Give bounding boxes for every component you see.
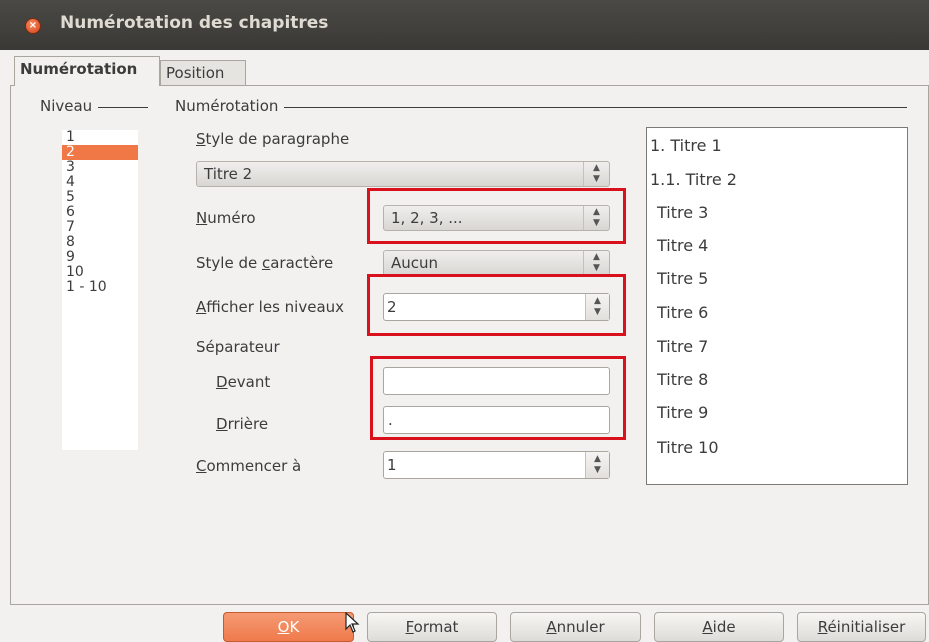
preview-line: Titre 9	[657, 403, 709, 422]
preview-line: Titre 7	[657, 337, 709, 356]
numbering-frame-label: Numérotation	[175, 97, 285, 115]
spin-arrows-icon[interactable]: ▲ ▼	[585, 452, 609, 478]
highlight-box-separator	[370, 356, 626, 440]
tab-numerotation[interactable]: Numérotation	[14, 56, 160, 86]
preview-line: Titre 10	[657, 438, 719, 457]
paragraph-style-label: Style de paragraphe	[196, 130, 350, 148]
preview-line: Titre 5	[657, 269, 709, 288]
list-item[interactable]: 9	[62, 250, 138, 265]
tab-label: Numérotation	[20, 60, 138, 78]
close-icon[interactable]: ×	[25, 18, 41, 34]
start-value: 1	[387, 456, 397, 474]
ok-button[interactable]: OK	[223, 612, 354, 642]
char-style-label: Style de caractère	[196, 254, 334, 272]
list-item[interactable]: 7	[62, 220, 138, 235]
preview-line: 1. Titre 1	[650, 136, 722, 155]
show-levels-label: Afficher les niveaux	[196, 298, 345, 316]
paragraph-style-value: Titre 2	[204, 165, 253, 183]
paragraph-style-combo[interactable]: Titre 2 ▲ ▼	[196, 161, 610, 187]
list-item[interactable]: 1 - 10	[62, 280, 138, 295]
number-label: Numéro	[196, 209, 256, 227]
list-item[interactable]: 5	[62, 190, 138, 205]
list-item[interactable]: 10	[62, 265, 138, 280]
start-label: Commencer à	[196, 457, 302, 475]
preview-line: Titre 4	[657, 236, 709, 255]
char-style-value: Aucun	[391, 254, 439, 272]
preview-line: Titre 6	[657, 303, 709, 322]
before-label: Devant	[216, 373, 271, 391]
format-button[interactable]: Format	[367, 612, 497, 642]
combo-arrows-icon: ▲ ▼	[583, 162, 609, 186]
reset-button[interactable]: Réinitialiser	[797, 612, 926, 642]
preview-line: Titre 8	[657, 370, 709, 389]
list-item[interactable]: 8	[62, 235, 138, 250]
window-title: Numérotation des chapitres	[60, 13, 329, 33]
char-style-combo[interactable]: Aucun ▲ ▼	[383, 250, 610, 276]
numbering-frame-line	[175, 107, 907, 108]
help-button[interactable]: Aide	[654, 612, 784, 642]
tab-position[interactable]: Position	[160, 60, 246, 86]
highlight-box-number	[367, 188, 626, 244]
numbering-preview: 1. Titre 1 1.1. Titre 2 Titre 3 Titre 4 …	[646, 127, 908, 485]
list-item[interactable]: 1	[62, 130, 138, 145]
start-spinner[interactable]: 1 ▲ ▼	[383, 451, 610, 479]
after-label: Drrière	[216, 415, 269, 433]
preview-line: Titre 3	[657, 203, 709, 222]
highlight-box-levels	[367, 274, 626, 336]
level-list[interactable]: 1 2 3 4 5 6 7 8 9 10 1 - 10	[62, 130, 138, 450]
combo-arrows-icon: ▲ ▼	[583, 251, 609, 275]
preview-line: 1.1. Titre 2	[650, 170, 737, 189]
list-item[interactable]: 6	[62, 205, 138, 220]
cancel-button[interactable]: Annuler	[510, 612, 641, 642]
separator-label: Séparateur	[196, 338, 280, 356]
list-item-selected[interactable]: 2	[62, 145, 138, 160]
level-frame-label: Niveau	[40, 97, 99, 115]
list-item[interactable]: 3	[62, 160, 138, 175]
title-bar: × Numérotation des chapitres	[0, 0, 929, 50]
tab-label: Position	[166, 64, 225, 82]
list-item[interactable]: 4	[62, 175, 138, 190]
mouse-pointer-icon	[345, 612, 360, 633]
